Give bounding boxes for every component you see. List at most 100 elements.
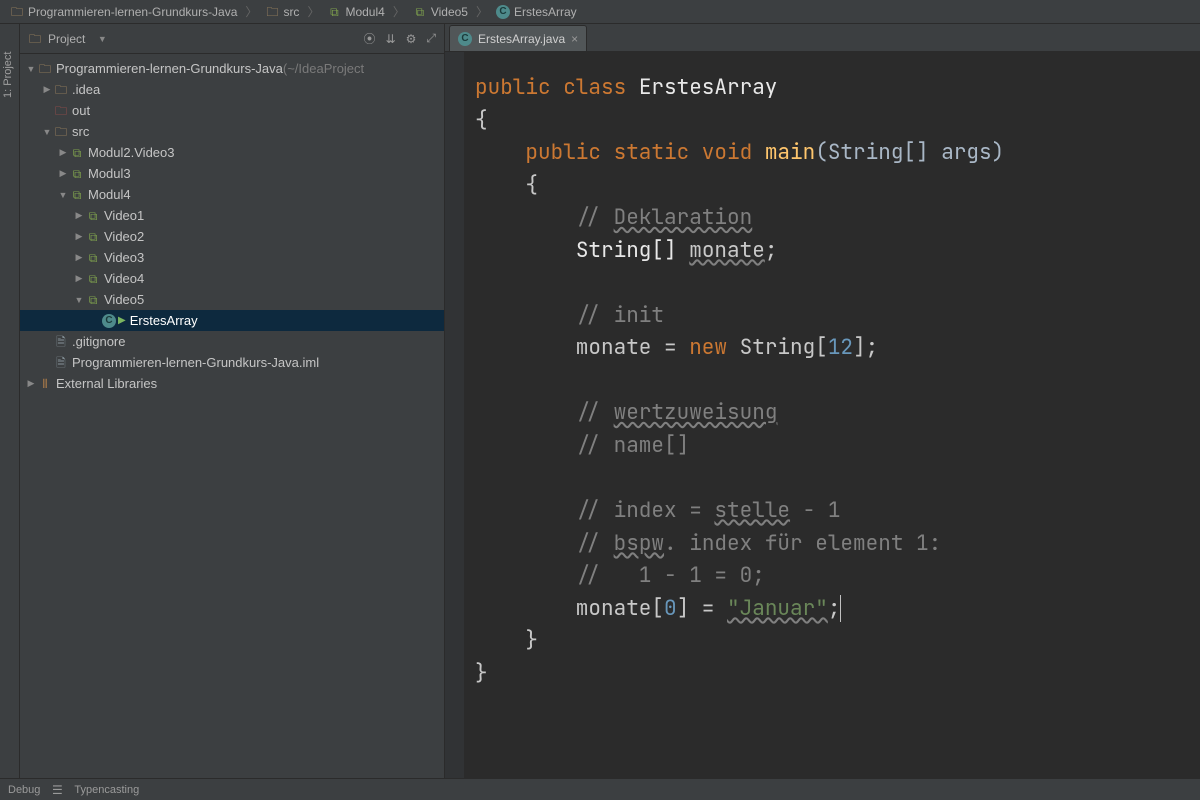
package-icon: ⧉	[86, 230, 100, 244]
tree-node-label: .idea	[72, 82, 100, 97]
tree-node-label: ErstesArray	[130, 313, 198, 328]
tree-node[interactable]: 🗎 Programmieren-lernen-Grundkurs-Java.iml	[20, 352, 444, 373]
folder-icon: 🗀	[54, 125, 68, 139]
tree-arrow-icon[interactable]	[24, 64, 38, 74]
runnable-icon: ▶	[118, 315, 126, 326]
tree-node[interactable]: ⧉ Video3	[20, 247, 444, 268]
tree-node[interactable]: ⧉ Modul4	[20, 184, 444, 205]
status-bar: Debug ☰ Typencasting	[0, 778, 1200, 800]
tree-node-label: Video4	[104, 271, 144, 286]
tree-arrow-icon[interactable]	[40, 127, 54, 137]
tree-arrow-icon[interactable]	[56, 190, 70, 200]
tree-node-label: .gitignore	[72, 334, 125, 349]
folder-icon: 🗀	[10, 5, 24, 19]
project-panel-title: Project	[48, 32, 85, 46]
project-panel-header: 🗀 Project ⦿ ⇊ ⚙ ⤢	[20, 24, 444, 54]
folder-icon: 🗀	[54, 83, 68, 97]
code-editor[interactable]: public class ErstesArray { public static…	[465, 52, 1200, 778]
lib-icon: ⫴	[38, 377, 52, 391]
folder-red-icon: 🗀	[54, 104, 68, 118]
tree-node-label: Programmieren-lernen-Grundkurs-Java.iml	[72, 355, 319, 370]
tree-node[interactable]: 🗀 out	[20, 100, 444, 121]
editor-tab-label: ErstesArray.java	[478, 32, 565, 46]
tree-arrow-icon[interactable]	[56, 168, 70, 179]
breadcrumb-label: Video5	[431, 5, 468, 19]
tree-node-label: Video1	[104, 208, 144, 223]
panel-tool-button[interactable]: ⤢	[426, 31, 436, 46]
close-tab-icon[interactable]: ×	[571, 32, 578, 46]
breadcrumb-label: Modul4	[345, 5, 384, 19]
editor-tab-erstesarray[interactable]: C ErstesArray.java ×	[449, 25, 587, 51]
tree-node-label: Modul4	[88, 187, 131, 202]
package-icon: ⧉	[70, 188, 84, 202]
tree-node-label: Modul3	[88, 166, 131, 181]
file-icon: 🗎	[54, 356, 68, 370]
tree-node[interactable]: ⧉ Modul3	[20, 163, 444, 184]
class-icon: C	[458, 32, 472, 46]
tree-node[interactable]: C▶ ErstesArray	[20, 310, 444, 331]
tree-arrow-icon[interactable]	[40, 84, 54, 95]
class-icon: C	[496, 5, 510, 19]
breadcrumb-separator: 〉	[476, 3, 488, 20]
tree-arrow-icon[interactable]	[72, 231, 86, 242]
editor-tabs: C ErstesArray.java ×	[445, 24, 1200, 52]
tree-node-label: Programmieren-lernen-Grundkurs-Java	[56, 61, 283, 76]
tree-node[interactable]: 🗎 .gitignore	[20, 331, 444, 352]
tool-window-stripe-left: 1: Project	[0, 24, 20, 778]
tree-node-label: Video3	[104, 250, 144, 265]
status-run-config[interactable]: Typencasting	[74, 784, 139, 796]
class-icon: C	[102, 314, 116, 328]
tree-arrow-icon[interactable]	[56, 147, 70, 158]
package-icon: ⧉	[413, 5, 427, 19]
breadcrumb-label: ErstesArray	[514, 5, 577, 19]
package-icon: ⧉	[86, 209, 100, 223]
tree-node[interactable]: ⧉ Video1	[20, 205, 444, 226]
file-icon: 🗎	[54, 335, 68, 349]
project-view-dropdown[interactable]	[95, 34, 109, 44]
tree-node-label: Modul2.Video3	[88, 145, 175, 160]
breadcrumb-separator: 〉	[393, 3, 405, 20]
tree-node-hint: (~/IdeaProject	[283, 61, 364, 76]
tree-node[interactable]: 🗀 .idea	[20, 79, 444, 100]
panel-tool-button[interactable]: ⇊	[386, 32, 396, 46]
package-icon: ⧉	[327, 5, 341, 19]
editor-gutter	[445, 52, 465, 778]
tree-arrow-icon[interactable]	[72, 210, 86, 221]
tree-arrow-icon[interactable]	[72, 252, 86, 263]
project-tree[interactable]: 🗀 Programmieren-lernen-Grundkurs-Java (~/…	[20, 54, 444, 778]
breadcrumb-item[interactable]: ⧉ Video5	[409, 3, 472, 21]
breadcrumb-label: src	[283, 5, 299, 19]
tree-node[interactable]: 🗀src	[20, 121, 444, 142]
run-config-icon: ☰	[50, 783, 64, 797]
project-panel: 🗀 Project ⦿ ⇊ ⚙ ⤢ 🗀 Programmieren-lernen-Gru…	[20, 24, 445, 778]
package-icon: ⧉	[70, 167, 84, 181]
breadcrumb-separator: 〉	[307, 3, 319, 20]
breadcrumb-separator: 〉	[245, 3, 257, 20]
status-debug[interactable]: Debug	[8, 784, 40, 796]
tree-arrow-icon[interactable]	[24, 378, 38, 389]
tree-node-label: Video2	[104, 229, 144, 244]
tree-arrow-icon[interactable]	[72, 295, 86, 305]
editor-area: C ErstesArray.java × public class Erstes…	[445, 24, 1200, 778]
package-icon: ⧉	[86, 251, 100, 265]
breadcrumb-item[interactable]: 🗀Programmieren-lernen-Grundkurs-Java	[6, 3, 241, 21]
tree-node[interactable]: ⫴External Libraries	[20, 373, 444, 394]
breadcrumb-item[interactable]: C ErstesArray	[492, 3, 581, 21]
tree-node[interactable]: ⧉Video4	[20, 268, 444, 289]
breadcrumb-bar: 🗀Programmieren-lernen-Grundkurs-Java〉🗀sr…	[0, 0, 1200, 24]
folder-icon: 🗀	[38, 62, 52, 76]
tree-node-label: out	[72, 103, 90, 118]
project-toolwindow-tab[interactable]: 1: Project	[0, 24, 16, 104]
panel-tool-button[interactable]: ⦿	[364, 30, 376, 47]
panel-tool-button[interactable]: ⚙	[406, 32, 417, 46]
folder-icon: 🗀	[265, 5, 279, 19]
tree-node[interactable]: ⧉ Video2	[20, 226, 444, 247]
tree-node[interactable]: ⧉Video5	[20, 289, 444, 310]
breadcrumb-item[interactable]: 🗀 src	[261, 3, 303, 21]
package-icon: ⧉	[70, 146, 84, 160]
tree-node[interactable]: 🗀 Programmieren-lernen-Grundkurs-Java (~/…	[20, 58, 444, 79]
tree-arrow-icon[interactable]	[72, 273, 86, 284]
breadcrumb-item[interactable]: ⧉ Modul4	[323, 3, 388, 21]
tree-node[interactable]: ⧉ Modul2.Video3	[20, 142, 444, 163]
project-icon: 🗀	[28, 32, 42, 46]
